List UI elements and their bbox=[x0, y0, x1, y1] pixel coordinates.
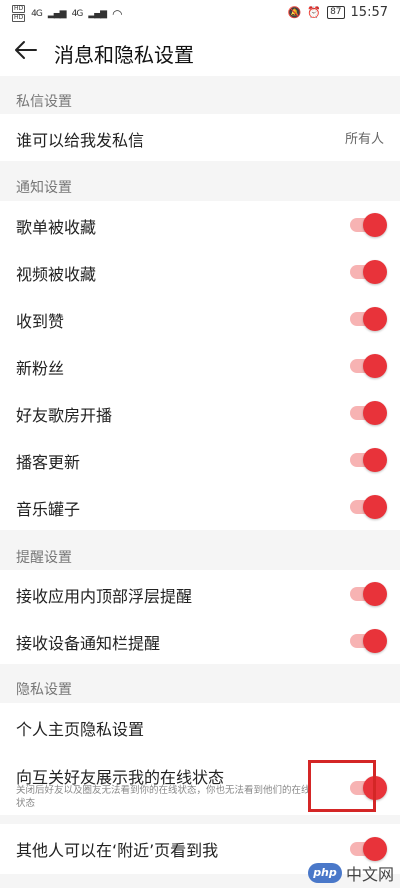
page-title: 消息和隐私设置 bbox=[54, 43, 194, 67]
row-music-jar: 音乐罐子 bbox=[0, 483, 400, 530]
toggle-knob bbox=[363, 582, 387, 606]
toggle-knob bbox=[363, 213, 387, 237]
sim-indicators: HD HD bbox=[12, 5, 26, 22]
row-profile-privacy[interactable]: 个人主页隐私设置 bbox=[0, 703, 400, 750]
toggle-nearby-visible[interactable] bbox=[350, 837, 387, 861]
toggle-system-notification[interactable] bbox=[350, 629, 387, 653]
section-header-notify: 通知设置 bbox=[0, 166, 400, 206]
watermark: php 中文网 bbox=[307, 861, 394, 885]
row-value: 所有人 bbox=[344, 132, 384, 147]
toggle-knob bbox=[363, 354, 387, 378]
net2-label: 4G bbox=[71, 8, 84, 19]
arrow-left-icon bbox=[15, 41, 37, 59]
row-who-can-message[interactable]: 谁可以给我发私信 所有人 bbox=[0, 114, 400, 161]
row-label: 收到赞 bbox=[16, 312, 65, 331]
row-label: 接收设备通知栏提醒 bbox=[16, 634, 161, 653]
toggle-knob bbox=[363, 260, 387, 284]
sim2-badge: HD bbox=[12, 14, 26, 22]
toggle-video-collected[interactable] bbox=[350, 260, 387, 284]
row-label: 个人主页隐私设置 bbox=[16, 720, 145, 739]
highlight-box bbox=[308, 760, 376, 812]
watermark-text: 中文网 bbox=[345, 865, 394, 884]
back-button[interactable] bbox=[10, 34, 42, 66]
toggle-knob bbox=[363, 401, 387, 425]
sim1-badge: HD bbox=[12, 5, 26, 13]
row-label: 播客更新 bbox=[16, 453, 81, 472]
row-in-app-banner: 接收应用内顶部浮层提醒 bbox=[0, 570, 400, 617]
net1-label: 4G bbox=[31, 8, 43, 19]
alarm-icon: ⏰ bbox=[307, 6, 322, 19]
toggle-knob bbox=[363, 495, 387, 519]
title-bar: 消息和隐私设置 bbox=[0, 26, 400, 76]
row-new-fans: 新粉丝 bbox=[0, 342, 400, 389]
row-label: 谁可以给我发私信 bbox=[16, 131, 145, 150]
toggle-knob bbox=[363, 448, 387, 472]
row-label: 歌单被收藏 bbox=[16, 218, 97, 237]
toggle-in-app-banner[interactable] bbox=[350, 582, 387, 606]
row-label: 接收应用内顶部浮层提醒 bbox=[16, 587, 193, 606]
toggle-knob bbox=[363, 837, 387, 861]
toggle-podcast-update[interactable] bbox=[350, 448, 387, 472]
toggle-playlist-collected[interactable] bbox=[350, 213, 387, 237]
signal1-icon: ▂▄▆ bbox=[47, 8, 67, 19]
status-right: 🔕 ⏰ 87 15:57 bbox=[288, 5, 388, 20]
signal2-icon: ▂▄▆ bbox=[88, 8, 107, 19]
status-bar: HD HD 4G ▂▄▆ 4G ▂▄▆ ◠ 🔕 ⏰ 87 15:57 bbox=[0, 0, 400, 26]
status-left: HD HD 4G ▂▄▆ 4G ▂▄▆ ◠ bbox=[12, 5, 123, 22]
row-label: 好友歌房开播 bbox=[16, 406, 113, 425]
mute-icon: 🔕 bbox=[287, 6, 302, 19]
row-video-collected: 视频被收藏 bbox=[0, 248, 400, 295]
row-system-notification: 接收设备通知栏提醒 bbox=[0, 617, 400, 664]
row-likes: 收到赞 bbox=[0, 295, 400, 342]
watermark-logo: php bbox=[307, 863, 342, 883]
wifi-icon: ◠ bbox=[112, 6, 123, 21]
row-podcast-update: 播客更新 bbox=[0, 436, 400, 483]
row-label: 音乐罐子 bbox=[16, 500, 81, 519]
battery-icon: 87 bbox=[327, 6, 345, 19]
section-header-privacy: 隐私设置 bbox=[0, 668, 400, 708]
toggle-knob bbox=[363, 629, 387, 653]
row-label: 新粉丝 bbox=[16, 359, 65, 378]
status-time: 15:57 bbox=[350, 5, 388, 20]
row-label: 视频被收藏 bbox=[16, 265, 97, 284]
row-playlist-collected: 歌单被收藏 bbox=[0, 201, 400, 248]
toggle-knob bbox=[363, 307, 387, 331]
toggle-friend-room-live[interactable] bbox=[350, 401, 387, 425]
row-friend-room-live: 好友歌房开播 bbox=[0, 389, 400, 436]
toggle-music-jar[interactable] bbox=[350, 495, 387, 519]
row-label: 其他人可以在‘附近’页看到我 bbox=[16, 841, 219, 860]
row-sublabel: 关闭后好友以及圈友无法看到你的在线状态，你也无法看到他们的在线状态 bbox=[16, 785, 311, 809]
toggle-likes[interactable] bbox=[350, 307, 387, 331]
toggle-new-fans[interactable] bbox=[350, 354, 387, 378]
